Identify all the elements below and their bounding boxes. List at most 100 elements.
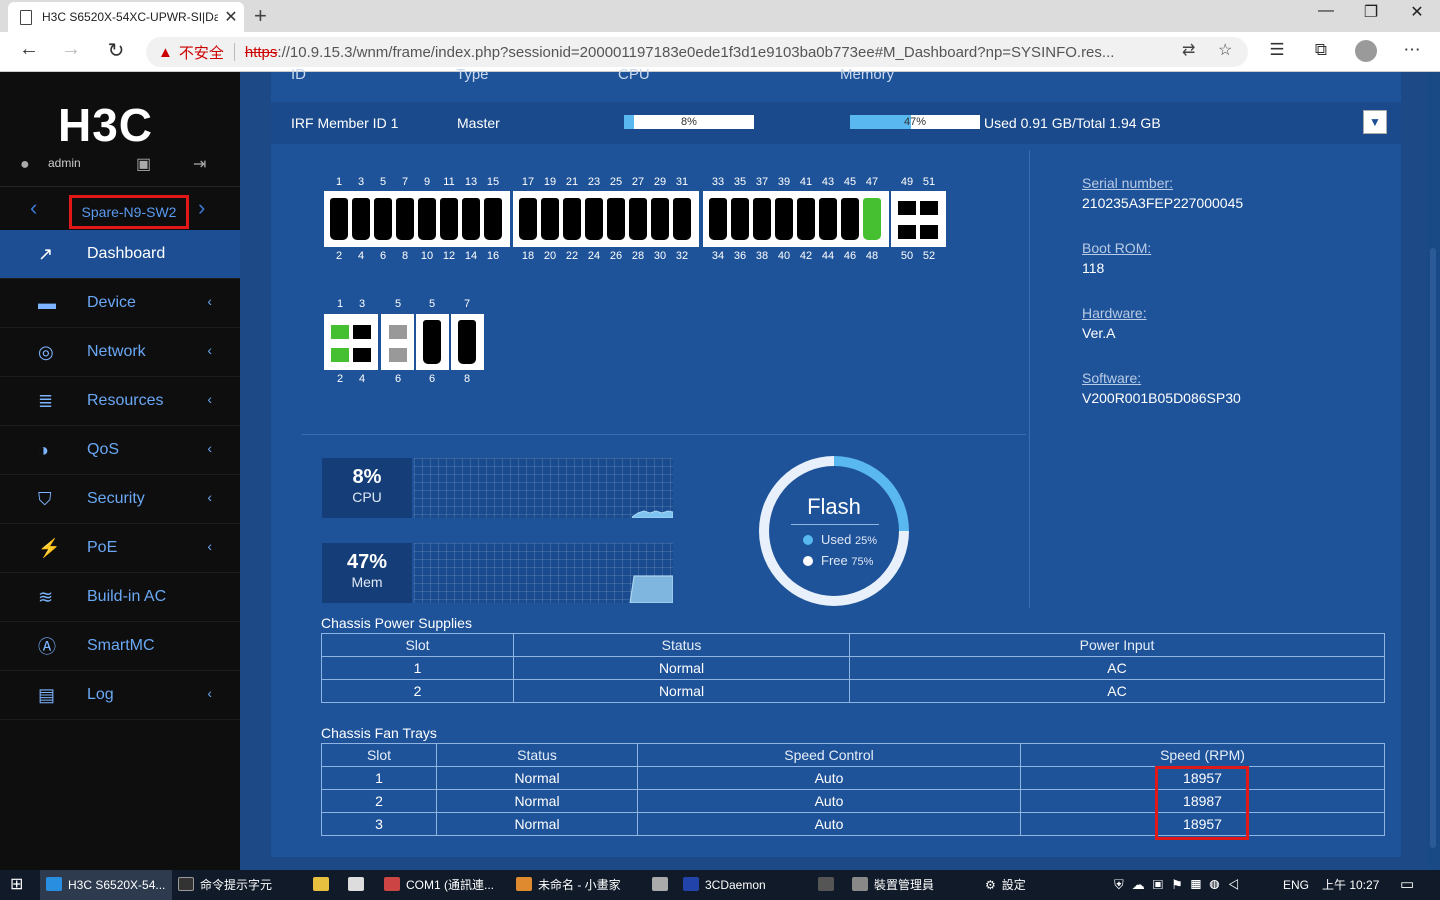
cpu-usage-label: 8% (681, 116, 697, 128)
taskbar-item-devmgr[interactable]: 裝置管理員 (852, 870, 934, 900)
subcard-port[interactable] (353, 348, 371, 362)
member-table-header: ID Type CPU Memory (271, 66, 1401, 86)
forward-icon[interactable]: → (56, 38, 86, 61)
subcard-port[interactable] (389, 348, 407, 362)
ethernet-port[interactable] (585, 198, 603, 240)
taskbar-item-3cdaemon[interactable]: 3CDaemon (683, 870, 766, 900)
system-tray-icons[interactable]: ⛨☁▣⚑▦◍◁ (1114, 870, 1247, 900)
sfp-port[interactable] (898, 201, 916, 215)
col-id: ID (291, 66, 306, 83)
taskbar-item-settings[interactable]: ⚙ 設定 (985, 870, 1026, 900)
taskbar-item-explorer[interactable] (313, 870, 335, 900)
taskbar-item-cmd[interactable]: 命令提示字元 (178, 870, 272, 900)
back-icon[interactable]: ← (14, 38, 44, 61)
sidebar-item-log[interactable]: ▤ Log ‹ (0, 671, 240, 720)
ethernet-port[interactable] (374, 198, 392, 240)
minimize-icon[interactable]: — (1306, 2, 1346, 20)
expand-dropdown-button[interactable]: ▼ (1363, 110, 1387, 134)
sidebar-item-device[interactable]: ▬ Device ‹ (0, 279, 240, 328)
page-scrollbar[interactable] (1426, 72, 1440, 870)
taskbar-item-monitor[interactable] (818, 870, 840, 900)
subcard-port[interactable] (389, 325, 407, 339)
sidebar-item-network[interactable]: ◎ Network ‹ (0, 328, 240, 377)
fan-status: Normal (436, 812, 638, 836)
close-window-icon[interactable]: ✕ (1397, 2, 1437, 22)
taskbar-item-com1[interactable]: COM1 (通訊連... (384, 870, 494, 900)
qsfp-port[interactable] (423, 320, 441, 364)
port-number-bottom: 22 (565, 250, 579, 262)
software-value: V200R001B05D086SP30 (1082, 390, 1241, 406)
logout-icon[interactable]: ⇥ (193, 154, 206, 174)
close-tab-icon[interactable]: ✕ (218, 7, 244, 27)
sfp-port[interactable] (920, 201, 938, 215)
qsfp-port[interactable] (458, 320, 476, 364)
ethernet-port[interactable] (330, 198, 348, 240)
notification-icon[interactable]: ▭ (1400, 870, 1414, 900)
language-indicator[interactable]: ENG (1283, 870, 1309, 900)
ethernet-port[interactable] (775, 198, 793, 240)
favorites-icon[interactable]: ☰ (1262, 40, 1292, 60)
ethernet-port[interactable] (607, 198, 625, 240)
ethernet-port[interactable] (731, 198, 749, 240)
ethernet-port[interactable] (753, 198, 771, 240)
ethernet-port[interactable] (396, 198, 414, 240)
ethernet-port[interactable] (863, 198, 881, 240)
sidebar-item-qos[interactable]: ◑ QoS ‹ (0, 426, 240, 475)
ethernet-port[interactable] (440, 198, 458, 240)
next-device-icon[interactable]: › (198, 195, 205, 221)
ethernet-port[interactable] (819, 198, 837, 240)
address-field[interactable]: ▲ 不安全 https ://10.9.15.3/wnm/frame/index… (146, 37, 1248, 67)
ethernet-port[interactable] (352, 198, 370, 240)
port-number-top: 11 (443, 176, 455, 188)
refresh-icon[interactable]: ↻ (101, 38, 131, 63)
ethernet-port[interactable] (651, 198, 669, 240)
profile-avatar[interactable] (1355, 40, 1377, 62)
collections-icon[interactable]: ⧉ (1306, 40, 1336, 60)
bootrom-label: Boot ROM: (1082, 240, 1152, 256)
sidebar-item-dashboard[interactable]: ↗ Dashboard (0, 230, 240, 279)
taskbar-item-mail[interactable] (348, 870, 370, 900)
ethernet-port[interactable] (797, 198, 815, 240)
ethernet-port[interactable] (709, 198, 727, 240)
sidebar-item-smartmc[interactable]: Ⓐ SmartMC (0, 622, 240, 671)
scrollbar-thumb[interactable] (1430, 248, 1436, 848)
port-number-top: 17 (521, 176, 535, 188)
taskbar-item-tool[interactable] (652, 870, 674, 900)
chevron-left-icon: ‹ (207, 342, 212, 358)
ethernet-port[interactable] (541, 198, 559, 240)
taskbar-item-edge[interactable]: H3C S6520X-54... (40, 870, 172, 900)
device-name[interactable]: Spare-N9-SW2 (69, 195, 189, 229)
new-tab-button[interactable]: + (254, 3, 267, 29)
port-number-bottom: 30 (653, 250, 667, 262)
subcard-port[interactable] (331, 325, 349, 339)
sidebar-item-poe[interactable]: ⚡ PoE ‹ (0, 524, 240, 573)
favorite-star-icon[interactable]: ☆ (1218, 40, 1232, 60)
clock[interactable]: 上午 10:27 (1322, 870, 1379, 900)
ethernet-port[interactable] (519, 198, 537, 240)
save-icon[interactable]: ▣ (136, 154, 151, 174)
sidebar-item-resources[interactable]: ≣ Resources ‹ (0, 377, 240, 426)
warning-icon: ▲ (158, 43, 173, 61)
ethernet-port[interactable] (563, 198, 581, 240)
subcard-port[interactable] (331, 348, 349, 362)
ethernet-port[interactable] (629, 198, 647, 240)
fan-speed-control: Auto (637, 789, 1021, 813)
prev-device-icon[interactable]: ‹ (30, 195, 37, 221)
maximize-icon[interactable]: ❐ (1351, 2, 1391, 22)
ethernet-port[interactable] (462, 198, 480, 240)
port-number-bottom: 34 (711, 250, 725, 262)
more-icon[interactable]: ⋯ (1397, 40, 1427, 60)
sidebar-item-build-in-ac[interactable]: ≋ Build-in AC (0, 573, 240, 622)
start-icon[interactable]: ⊞ (10, 870, 23, 900)
ethernet-port[interactable] (673, 198, 691, 240)
subcard-port[interactable] (353, 325, 371, 339)
sfp-port[interactable] (898, 225, 916, 239)
ethernet-port[interactable] (418, 198, 436, 240)
taskbar-item-paint[interactable]: 未命名 - 小畫家 (516, 870, 621, 900)
browser-tab[interactable]: H3C S6520X-54XC-UPWR-SI|Das ✕ (8, 2, 244, 32)
sfp-port[interactable] (920, 225, 938, 239)
ethernet-port[interactable] (841, 198, 859, 240)
sidebar-item-security[interactable]: ⛉ Security ‹ (0, 475, 240, 524)
ethernet-port[interactable] (484, 198, 502, 240)
translate-icon[interactable]: ⇄ (1182, 40, 1195, 60)
